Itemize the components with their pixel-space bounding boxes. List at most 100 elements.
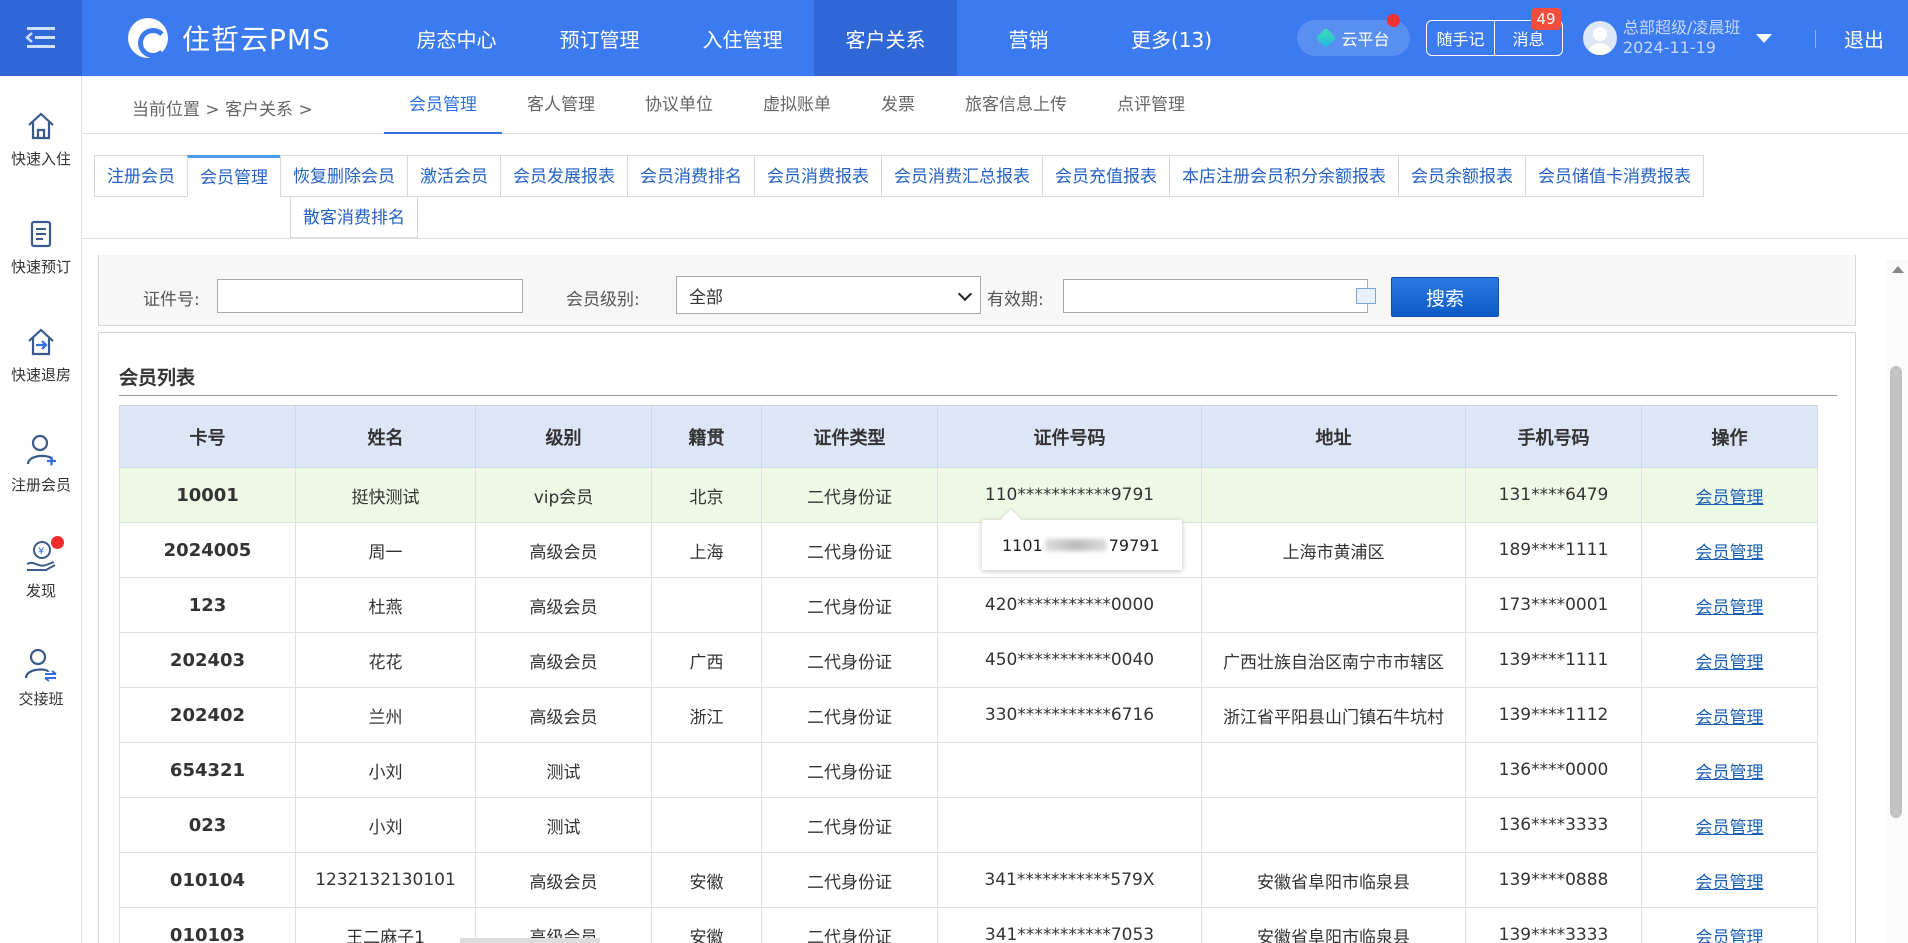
subtab-spending-ranking[interactable]: 会员消费排名 [627, 155, 755, 197]
member-manage-link[interactable]: 会员管理 [1696, 653, 1764, 673]
table-row[interactable]: 023 小刘 测试 二代身份证 136****3333 会员管理 [119, 797, 1818, 853]
table-row[interactable]: 010104 1232132130101 高级会员 安徽 二代身份证 341*******… [119, 852, 1818, 908]
table-body: 10001 挺快测试 vip会员 北京 二代身份证 110***********9791 1… [119, 467, 1818, 943]
sidebar-item-quick-booking[interactable]: 快速预订 [0, 218, 82, 277]
cell-address [1201, 577, 1466, 633]
nav-reservations[interactable]: 预订管理 [528, 0, 671, 76]
scrollbar-thumb[interactable] [1890, 366, 1902, 818]
cell-action: 会员管理 [1641, 687, 1818, 743]
subtab-points-balance-report[interactable]: 本店注册会员积分余额报表 [1169, 155, 1399, 197]
sidebar-item-discover[interactable]: ¥ 发现 [0, 536, 82, 601]
calendar-icon[interactable] [1356, 288, 1376, 304]
cell-card-number: 010104 [119, 852, 296, 908]
cell-member-level: 高级会员 [475, 687, 652, 743]
chevron-down-icon[interactable] [1756, 33, 1773, 43]
member-manage-link[interactable]: 会员管理 [1696, 708, 1764, 728]
sidebar-item-shift-handover[interactable]: 交接班 [0, 646, 82, 709]
search-button[interactable]: 搜索 [1391, 277, 1499, 317]
table-row[interactable]: 123 杜燕 高级会员 二代身份证 420***********0000 173****0… [119, 577, 1818, 633]
cell-id-type: 二代身份证 [761, 742, 938, 798]
list-title: 会员列表 [119, 367, 196, 389]
vertical-scrollbar[interactable] [1886, 260, 1908, 943]
cell-card-number: 10001 [119, 467, 296, 523]
sub-tabs: 注册会员 会员管理 恢复删除会员 激活会员 会员发展报表 会员消费排名 会员消费… [94, 155, 1780, 238]
column-header: 卡号 [119, 405, 296, 468]
tab-virtual-bills[interactable]: 虚拟账单 [738, 76, 856, 134]
subtab-walkin-ranking[interactable]: 散客消费排名 [290, 196, 418, 238]
sidebar-item-quick-checkout[interactable]: 快速退房 [0, 326, 82, 385]
table-row[interactable]: 010103 王二麻子1 高级会员 安徽 二代身份证 341***********7053… [119, 907, 1818, 943]
tab-guest-management[interactable]: 客人管理 [502, 76, 620, 134]
checkout-house-icon [28, 328, 54, 356]
cell-native-place [651, 797, 762, 853]
subtab-spending-summary[interactable]: 会员消费汇总报表 [881, 155, 1043, 197]
masked-digits [1044, 539, 1107, 551]
svg-text:¥: ¥ [38, 546, 44, 557]
subtab-stored-value-report[interactable]: 会员储值卡消费报表 [1525, 155, 1704, 197]
cell-member-name: 周一 [295, 522, 476, 578]
column-header: 证件类型 [761, 405, 938, 468]
member-manage-link[interactable]: 会员管理 [1696, 488, 1764, 508]
divider [119, 395, 1837, 396]
cell-native-place: 广西 [651, 632, 762, 688]
sidebar-item-register-member[interactable]: 注册会员 [0, 432, 82, 495]
nav-checkin[interactable]: 入住管理 [671, 0, 814, 76]
member-manage-link[interactable]: 会员管理 [1696, 763, 1764, 783]
cell-card-number: 2024005 [119, 522, 296, 578]
id-number-label: 证件号: [143, 290, 200, 310]
cell-id-number [937, 742, 1202, 798]
column-header: 操作 [1641, 405, 1818, 468]
cell-member-level: 高级会员 [475, 577, 652, 633]
cell-id-number: 341***********7053 [937, 907, 1202, 943]
nav-marketing[interactable]: 营销 [957, 0, 1100, 76]
id-number-input[interactable] [217, 279, 523, 313]
tab-agreement-units[interactable]: 协议单位 [620, 76, 738, 134]
user-menu[interactable]: 总部超级/凌晨班 2024-11-19 [1583, 18, 1773, 58]
subtab-register-member[interactable]: 注册会员 [94, 155, 188, 197]
subtab-spending-report[interactable]: 会员消费报表 [754, 155, 882, 197]
subtab-activate-member[interactable]: 激活会员 [407, 155, 501, 197]
member-manage-link[interactable]: 会员管理 [1696, 873, 1764, 893]
table-row[interactable]: 202403 花花 高级会员 广西 二代身份证 450***********0040 广西壮… [119, 632, 1818, 688]
top-bar: 住哲云PMS 房态中心 预订管理 入住管理 客户关系 营销 更多(13) 云平台… [0, 0, 1908, 76]
logo-text: 住哲云PMS [182, 23, 331, 56]
menu-toggle-button[interactable] [0, 0, 82, 76]
member-level-select[interactable]: 全部 [676, 276, 981, 314]
table-row[interactable]: 202402 兰州 高级会员 浙江 二代身份证 330***********6716 浙江省… [119, 687, 1818, 743]
sidebar-item-label: 注册会员 [10, 476, 71, 494]
cell-native-place: 上海 [651, 522, 762, 578]
subtab-member-growth-report[interactable]: 会员发展报表 [500, 155, 628, 197]
member-manage-link[interactable]: 会员管理 [1696, 543, 1764, 563]
subtab-restore-deleted[interactable]: 恢复删除会员 [280, 155, 408, 197]
subtab-recharge-report[interactable]: 会员充值报表 [1042, 155, 1170, 197]
sub-tabs-row: 注册会员 会员管理 恢复删除会员 激活会员 会员发展报表 会员消费排名 会员消费… [94, 155, 1780, 197]
section-tabs: 会员管理 客人管理 协议单位 虚拟账单 发票 旅客信息上传 点评管理 [384, 76, 1210, 134]
cell-address: 安徽省阜阳市临泉县 [1201, 907, 1466, 943]
member-manage-link[interactable]: 会员管理 [1696, 928, 1764, 943]
logout-button[interactable]: 退出 [1844, 24, 1884, 53]
tab-invoices[interactable]: 发票 [856, 76, 940, 134]
tab-member-management[interactable]: 会员管理 [384, 76, 502, 134]
nav-room-status[interactable]: 房态中心 [385, 0, 528, 76]
horizontal-scrollbar[interactable] [460, 938, 600, 943]
tab-guest-info-upload[interactable]: 旅客信息上传 [940, 76, 1092, 134]
member-manage-link[interactable]: 会员管理 [1696, 598, 1764, 618]
nav-more[interactable]: 更多(13) [1100, 0, 1243, 76]
notification-dot [51, 536, 64, 549]
notes-button[interactable]: 随手记 [1427, 21, 1495, 55]
subtab-member-management[interactable]: 会员管理 [187, 155, 281, 197]
table-row[interactable]: 654321 小刘 测试 二代身份证 136****0000 会员管理 [119, 742, 1818, 798]
cell-id-type: 二代身份证 [761, 577, 938, 633]
cloud-platform-button[interactable]: 云平台 [1297, 14, 1410, 56]
nav-customer-relations[interactable]: 客户关系 [814, 0, 957, 76]
scroll-up-arrow-icon[interactable] [1892, 266, 1904, 273]
table-row[interactable]: 10001 挺快测试 vip会员 北京 二代身份证 110***********9791 1… [119, 467, 1818, 523]
member-manage-link[interactable]: 会员管理 [1696, 818, 1764, 838]
subtab-balance-report[interactable]: 会员余额报表 [1398, 155, 1526, 197]
tab-review-management[interactable]: 点评管理 [1092, 76, 1210, 134]
cell-action: 会员管理 [1641, 467, 1818, 523]
sidebar-item-quick-checkin[interactable]: 快速入住 [0, 110, 82, 169]
cell-phone-number: 139****0888 [1465, 852, 1642, 908]
table-row[interactable]: 2024005 周一 高级会员 上海 二代身份证 上海市黄浦区 189****1111 会员管… [119, 522, 1818, 578]
validity-date-input[interactable] [1063, 279, 1368, 313]
